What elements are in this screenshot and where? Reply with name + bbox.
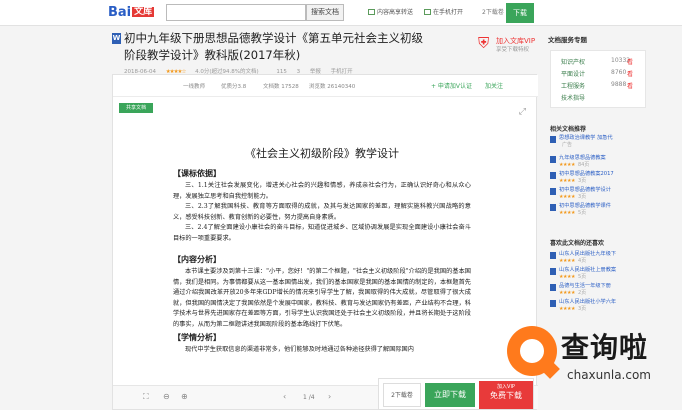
paragraph: 本节课主要涉及到第十三课："小平，您好！"的第二个框题，"社会主义初级阶段"介绍… [173,268,471,328]
list-item[interactable]: 山东人民出版社上册教案 ★★★★ 5页 [550,266,646,282]
also-liked-heading: 喜欢此文档的还喜欢 [550,240,605,247]
service-heading: 文档服务专题 [548,36,587,44]
related-list: 九年级思想品德教案 ★★★★ 84页 初中思想品德教案2017 ★★★★ 3页 初中思想… [550,154,646,218]
next-page-icon[interactable]: › [328,392,331,401]
doc-icon [550,156,556,163]
related-heading: 相关文档推荐 [550,126,587,133]
paragraph: 现代中学生获取信息的渠道非常多，他们能够及时地通过各种途径获得了解国际国内 [185,346,414,353]
doc-icon [550,268,556,275]
zoom-in-icon[interactable]: ⊕ [181,392,188,401]
section-heading: 【学情分析】 [173,332,221,342]
uploader-docs: 文档数 17528 [263,84,299,90]
list-item[interactable]: 山东人民出版社九年级下 ★★★★ 4页 [550,250,646,266]
ad-title[interactable]: 思想政治课教学 加急代 [559,134,645,141]
service-item[interactable]: 平面设计 8760 看 [551,67,645,79]
top-bar: Bai 文库 搜索文档 内容高享转送 在手机打开 2下载卷 下载 [0,0,682,26]
service-item[interactable]: 技术指导 [551,91,645,103]
shared-doc-tag: 共享文档 [119,103,153,113]
paragraph: 三、1.1关注社会发展变化，增进关心社会的兴趣和情感，养成亲社会行为，正确认识好… [173,182,471,200]
doc-icon [550,188,556,195]
also-liked-list: 山东人民出版社九年级下 ★★★★ 4页 山东人民出版社上册教案 ★★★★ 5页 品德与生… [550,250,646,314]
download-now-button[interactable]: 立即下载 [425,383,475,407]
page-title: 《社会主义初级阶段》教学设计 [245,147,399,160]
logo[interactable]: Bai 文库 [108,4,155,20]
word-doc-icon: W [112,33,121,44]
share-link[interactable]: 内容高享转送 [368,7,413,16]
doc-icon [550,284,556,291]
list-item[interactable]: 初中思想品德教学设计 ★★★★ 3页 [550,186,646,202]
doc-icon [550,172,556,179]
doc-icon [550,136,556,143]
phone-icon [424,9,431,15]
doc-icon [550,204,556,211]
ad-label: 广告 [562,142,573,148]
watermark-ring-icon [507,326,557,376]
zoom-out-icon[interactable]: ⊖ [163,392,170,401]
download-voucher-count: 2下载卷 [482,9,504,16]
list-item[interactable]: 山东人民出版社小学六年 ★★★★ 3页 [550,298,646,314]
document-viewer: 一线教师 优质分3.8 文档数 17528 浏览数 26140340 + 申请加… [112,74,538,410]
list-item[interactable]: 九年级思想品德教案 ★★★★ 84页 [550,154,646,170]
list-item[interactable]: 初中思想品德教学课件 ★★★★ 5页 [550,202,646,218]
uploader-score: 优质分3.8 [221,84,247,90]
open-on-phone-link[interactable]: 在手机打开 [424,7,463,16]
service-item[interactable]: 知识产权 10332 看 [551,55,645,67]
uploader-views: 浏览数 26140340 [309,84,356,90]
service-item[interactable]: 工程服务 9888 看 [551,79,645,91]
vip-shield-icon: ⛨ [478,34,490,52]
paragraph: 三、2.4了解全面建设小康社会的奋斗目标，知道促进城乡、区域协调发展是实现全面建… [173,224,471,242]
page-indicator: 1 /4 [303,394,315,401]
site-watermark: 查询啦 chaxunla.com [503,318,682,410]
paragraph: 三、2.3了解我国科技、教育等方面取得的成就，及其与发达国家的差距，理解实施科教… [173,203,471,221]
document-title: 初中九年级下册思想品德教学设计《第五单元社会主义初级阶段教学设计》教科版(201… [124,31,423,62]
doc-icon [550,252,556,259]
section-heading: 【课标依据】 [173,168,221,178]
fullscreen-icon[interactable]: ⤢ [519,107,526,117]
top-download-button[interactable]: 下载 [506,3,534,23]
uploader-strip: 一线教师 优质分3.8 文档数 17528 浏览数 26140340 + 申请加… [113,75,538,97]
document-page: 共享文档 ⤢ 《社会主义初级阶段》教学设计 【课标依据】 三、1.1关注社会发展… [115,99,536,389]
search-button[interactable]: 搜索文档 [306,4,344,21]
download-voucher-label: 2下载卷 [383,383,421,407]
ad-item[interactable]: 思想政治课教学 加急代 广告 [550,134,646,150]
page-content: 《社会主义初级阶段》教学设计 【课标依据】 三、1.1关注社会发展变化，增进关心… [173,145,471,356]
service-list: 知识产权 10332 看 平面设计 8760 看 工程服务 9888 看 技术指导 [550,50,646,108]
apply-verify-link[interactable]: + 申请加V认证 [431,81,472,90]
watermark-cn: 查询啦 [561,331,649,364]
watermark-en: chaxunla.com [567,368,651,382]
doc-icon [550,300,556,307]
fullscreen-toggle-icon[interactable]: ⛶ [143,392,149,402]
search-input[interactable] [166,4,306,21]
follow-link[interactable]: 加关注 [485,81,503,90]
vip-subtitle: 享受下载特权 [496,47,530,53]
uploader-type: 一线教师 [183,84,206,90]
list-item[interactable]: 品德与生活一年级下册 ★★★★ 2页 [550,282,646,298]
list-item[interactable]: 初中思想品德教案2017 ★★★★ 3页 [550,170,646,186]
share-icon [368,9,375,15]
section-heading: 【内容分析】 [173,254,221,264]
prev-page-icon[interactable]: ‹ [283,392,286,401]
